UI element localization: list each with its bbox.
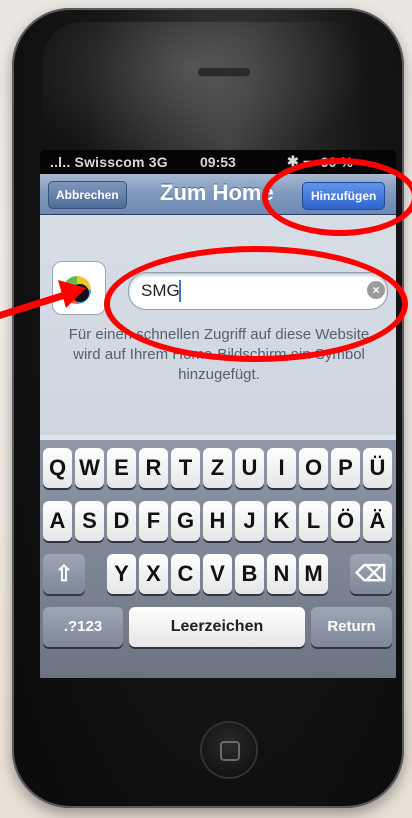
key-p[interactable]: P (331, 448, 360, 488)
key-c[interactable]: C (171, 554, 200, 594)
speaker (198, 68, 250, 76)
key-oe[interactable]: Ö (331, 501, 360, 541)
numbers-key[interactable]: .?123 (43, 607, 123, 647)
key-k[interactable]: K (267, 501, 296, 541)
key-n[interactable]: N (267, 554, 296, 594)
backspace-key[interactable]: ⌫ (350, 554, 392, 594)
highlight-title-field (104, 246, 408, 362)
key-m[interactable]: M (299, 554, 328, 594)
key-f[interactable]: F (139, 501, 168, 541)
key-x[interactable]: X (139, 554, 168, 594)
key-h[interactable]: H (203, 501, 232, 541)
keyboard: Q W E R T Z U I O P Ü A S D F G H J K L … (40, 440, 396, 678)
key-w[interactable]: W (75, 448, 104, 488)
page-title: Zum Home (160, 180, 274, 205)
return-key[interactable]: Return (311, 607, 392, 647)
keyboard-row-4: .?123 Leerzeichen Return (40, 607, 396, 651)
arrow-icon (0, 280, 86, 320)
clock: 09:53 (200, 154, 236, 170)
key-e[interactable]: E (107, 448, 136, 488)
key-ue[interactable]: Ü (363, 448, 392, 488)
key-a[interactable]: A (43, 501, 72, 541)
home-button[interactable] (202, 723, 256, 777)
key-z[interactable]: Z (203, 448, 232, 488)
keyboard-row-1: Q W E R T Z U I O P Ü (40, 448, 396, 492)
key-o[interactable]: O (299, 448, 328, 488)
key-g[interactable]: G (171, 501, 200, 541)
keyboard-row-3: ⇧ Y X C V B N M ⌫ (40, 554, 396, 598)
key-b[interactable]: B (235, 554, 264, 594)
key-t[interactable]: T (171, 448, 200, 488)
space-key[interactable]: Leerzeichen (129, 607, 305, 647)
key-j[interactable]: J (235, 501, 264, 541)
key-d[interactable]: D (107, 501, 136, 541)
key-r[interactable]: R (139, 448, 168, 488)
key-q[interactable]: Q (43, 448, 72, 488)
key-i[interactable]: I (267, 448, 296, 488)
key-l[interactable]: L (299, 501, 328, 541)
key-y[interactable]: Y (107, 554, 136, 594)
cancel-button[interactable]: Abbrechen (48, 181, 127, 209)
key-s[interactable]: S (75, 501, 104, 541)
shift-key[interactable]: ⇧ (43, 554, 85, 594)
keyboard-row-2: A S D F G H J K L Ö Ä (40, 501, 396, 545)
key-ae[interactable]: Ä (363, 501, 392, 541)
key-v[interactable]: V (203, 554, 232, 594)
key-u[interactable]: U (235, 448, 264, 488)
highlight-add-button (262, 158, 412, 236)
carrier-label: ..l.. Swisscom 3G (50, 154, 168, 170)
